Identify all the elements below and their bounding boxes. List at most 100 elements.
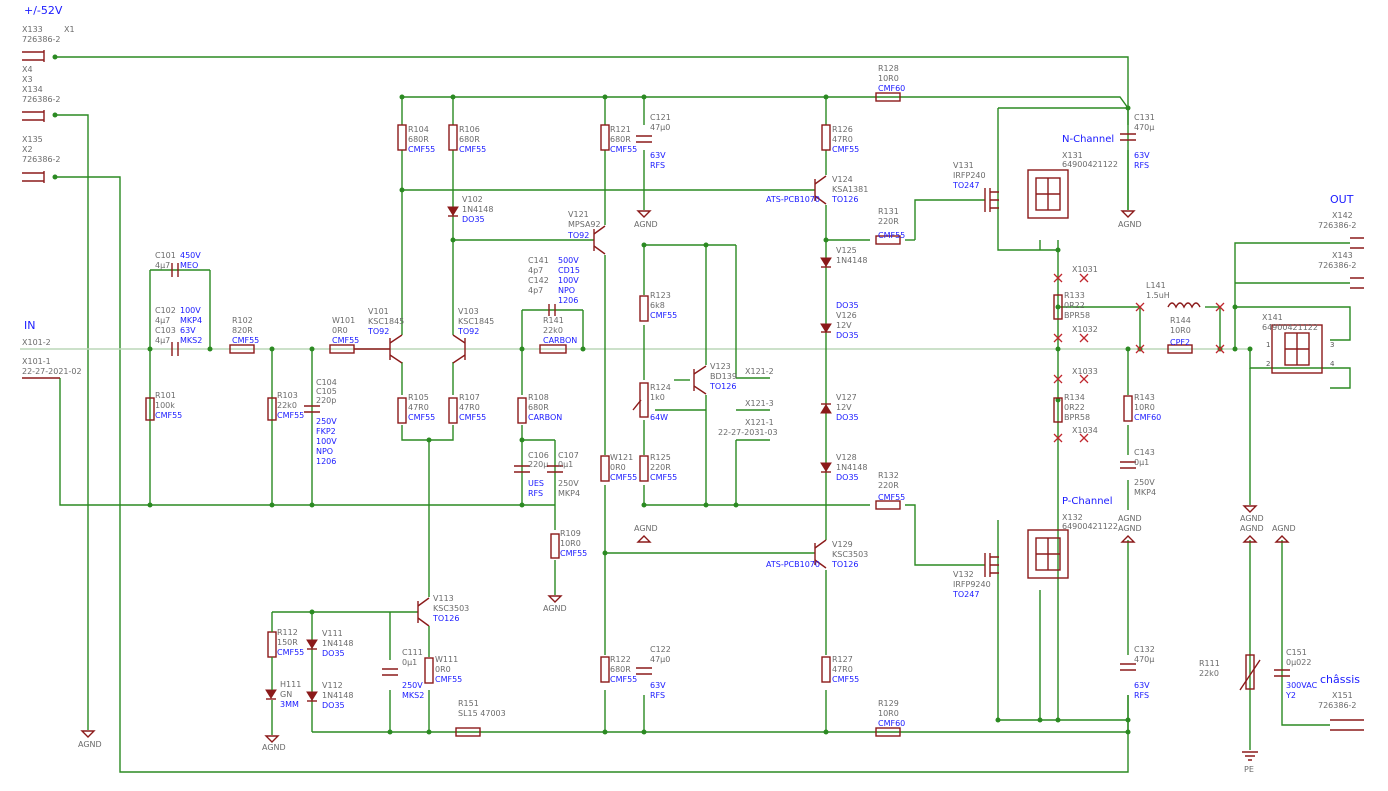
resistor-r144: R144 10R0 CPF2: [1135, 316, 1225, 354]
svg-text:0R0: 0R0: [435, 665, 451, 674]
svg-text:470µ: 470µ: [1134, 123, 1154, 132]
svg-text:DO35: DO35: [322, 649, 345, 658]
resistor-r112: W111 0R0 CMF55: [424, 655, 462, 684]
heatsink-x132: X132 64900421122: [1027, 513, 1118, 579]
svg-text:C102: C102: [155, 306, 176, 315]
svg-text:250V: 250V: [558, 479, 579, 488]
svg-text:W121: W121: [610, 453, 633, 462]
svg-text:V102: V102: [462, 195, 483, 204]
svg-text:CMF55: CMF55: [610, 675, 637, 684]
svg-text:DO35: DO35: [836, 301, 859, 310]
svg-text:V112: V112: [322, 681, 343, 690]
svg-text:L141: L141: [1146, 281, 1166, 290]
svg-text:DO35: DO35: [836, 413, 859, 422]
svg-text:4: 4: [1330, 360, 1335, 368]
svg-text:V111: V111: [322, 629, 343, 638]
svg-text:IRFP9240: IRFP9240: [953, 580, 991, 589]
capacitor-c106: C106 220µ UES RFS: [514, 451, 549, 498]
svg-text:V132: V132: [953, 570, 974, 579]
svg-text:726386-2: 726386-2: [1318, 701, 1357, 710]
svg-text:AGND: AGND: [1118, 514, 1142, 523]
svg-text:250V: 250V: [402, 681, 423, 690]
resistor-r125: R125 220R CMF55: [639, 453, 677, 482]
svg-text:47R0: 47R0: [832, 665, 853, 674]
svg-text:1N4148: 1N4148: [836, 256, 867, 265]
svg-text:C143: C143: [1134, 448, 1155, 457]
svg-text:TO247: TO247: [952, 181, 979, 190]
svg-text:X134: X134: [22, 85, 43, 94]
diode-v128: V128 1N4148 DO35: [820, 453, 867, 482]
svg-text:22k0: 22k0: [1199, 669, 1219, 678]
svg-text:726386-2: 726386-2: [22, 95, 61, 104]
svg-text:AGND: AGND: [1118, 524, 1142, 533]
agnd-left: AGND: [78, 730, 102, 749]
svg-text:TO92: TO92: [457, 327, 479, 336]
svg-text:1: 1: [1266, 341, 1270, 349]
svg-text:X121-1: X121-1: [745, 418, 774, 427]
svg-text:C101: C101: [155, 251, 176, 260]
svg-text:680R: 680R: [610, 135, 631, 144]
capacitor-c101: C101 4µ7 450V MEO: [155, 251, 201, 277]
transistor-v103: V103 KSC1845 TO92: [452, 307, 494, 364]
svg-text:CMF55: CMF55: [832, 675, 859, 684]
svg-text:2: 2: [1266, 360, 1270, 368]
svg-text:X151: X151: [1332, 691, 1353, 700]
svg-text:CMF55: CMF55: [277, 411, 304, 420]
resistor-r104: R104 680R CMF55: [397, 124, 435, 154]
mosfet-v131: V131 IRFP240 TO247: [952, 161, 999, 212]
svg-text:12V: 12V: [836, 403, 852, 412]
svg-text:MKP4: MKP4: [558, 489, 580, 498]
svg-text:10R0: 10R0: [1170, 326, 1191, 335]
svg-text:150R: 150R: [277, 638, 298, 647]
svg-text:680R: 680R: [610, 665, 631, 674]
resistor-r102: R102 820R CMF55: [229, 316, 259, 354]
svg-text:0R22: 0R22: [1064, 403, 1085, 412]
svg-text:DO35: DO35: [462, 215, 485, 224]
svg-text:V127: V127: [836, 393, 857, 402]
svg-text:RFS: RFS: [650, 161, 665, 170]
svg-text:R109: R109: [560, 529, 581, 538]
capacitor-c132: C132 470µ 63V RFS: [1120, 645, 1155, 700]
svg-text:TO92: TO92: [567, 231, 589, 240]
capacitor-c122: C122 47µ0 63V RFS: [636, 645, 671, 700]
svg-text:820R: 820R: [232, 326, 253, 335]
resistor-r107: R107 47R0 CMF55: [448, 393, 486, 424]
svg-text:V121: V121: [568, 210, 589, 219]
net-p-channel: P-Channel: [1062, 496, 1112, 507]
svg-text:250V: 250V: [316, 417, 337, 426]
svg-text:22k0: 22k0: [277, 401, 297, 410]
svg-text:1N4148: 1N4148: [322, 691, 353, 700]
svg-text:22k0: 22k0: [543, 326, 563, 335]
potentiometer-r124: R124 1k0 64W: [632, 382, 671, 422]
svg-text:X121-3: X121-3: [745, 399, 774, 408]
svg-text:47µ0: 47µ0: [650, 123, 670, 132]
svg-text:220µ: 220µ: [528, 460, 548, 469]
heatsink-x141: 1 2 3 4 X141 64900421122: [1262, 313, 1335, 374]
svg-text:63V: 63V: [1134, 151, 1150, 160]
capacitor-c107: C107 0µ1 250V MKP4: [547, 451, 580, 498]
svg-text:4µ7: 4µ7: [155, 261, 170, 270]
svg-text:R105: R105: [408, 393, 429, 402]
svg-text:R106: R106: [459, 125, 480, 134]
svg-text:4p7: 4p7: [528, 266, 543, 275]
connector-x134: X4 X3 X134 726386-2: [22, 65, 61, 122]
svg-text:220p: 220p: [316, 396, 336, 405]
transistor-v121: V121 MPSA92 TO92: [567, 210, 606, 255]
net-output: OUT: [1330, 193, 1354, 206]
resistor-r126: R126 47R0 CMF55: [821, 124, 859, 154]
heatsink-x131: X131 64900421122: [1027, 151, 1118, 219]
resistor-w121: W121 0R0 CMF55: [600, 453, 637, 482]
resistor-r131: R131 220R CMF55: [875, 207, 905, 245]
svg-text:R103: R103: [277, 391, 298, 400]
svg-text:X1: X1: [64, 25, 75, 34]
svg-text:V103: V103: [458, 307, 479, 316]
resistor-r141: R141 22k0 CARBON: [539, 316, 577, 354]
svg-text:6k8: 6k8: [650, 301, 665, 310]
svg-text:V125: V125: [836, 246, 857, 255]
svg-text:BD139: BD139: [710, 372, 737, 381]
svg-text:R102: R102: [232, 316, 253, 325]
svg-text:0R22: 0R22: [1064, 301, 1085, 310]
agnd-c131: AGND: [1118, 210, 1142, 229]
svg-text:R107: R107: [459, 393, 480, 402]
svg-text:63V: 63V: [180, 326, 196, 335]
